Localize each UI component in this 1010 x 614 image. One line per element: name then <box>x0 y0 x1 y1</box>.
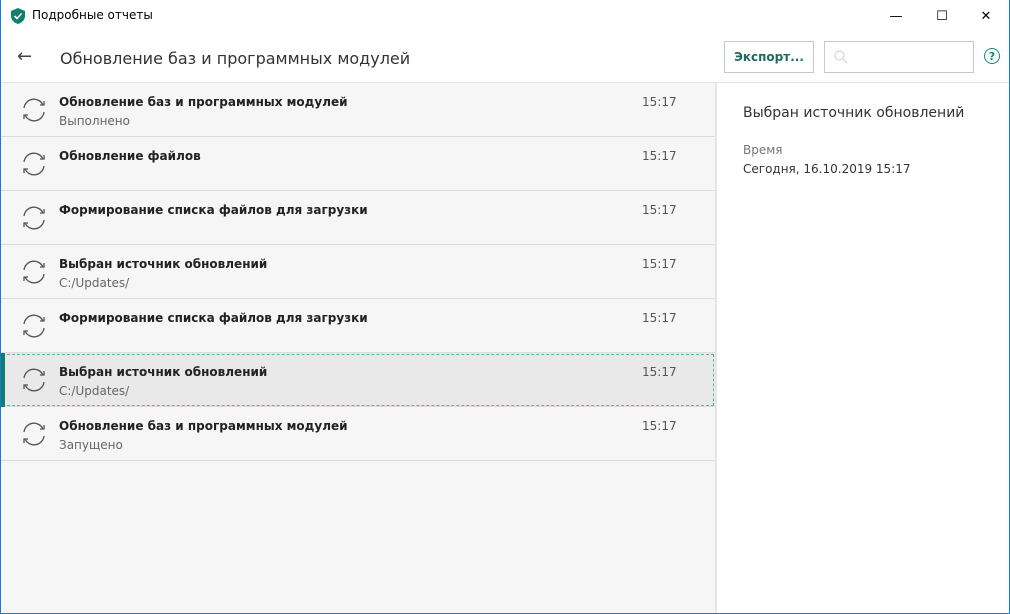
refresh-icon <box>23 206 45 230</box>
help-icon[interactable]: ? <box>984 48 1000 64</box>
event-row[interactable]: Формирование списка файлов для загрузки … <box>1 191 715 245</box>
event-row[interactable]: Выбран источник обновлений C:/Updates/ 1… <box>1 245 715 299</box>
event-row[interactable]: Выбран источник обновлений C:/Updates/ 1… <box>1 353 715 407</box>
event-subtitle: Выполнено <box>59 114 130 128</box>
event-title: Выбран источник обновлений <box>59 257 268 271</box>
export-button[interactable]: Экспорт... <box>724 41 814 73</box>
event-title: Выбран источник обновлений <box>59 365 268 379</box>
detail-time-value: Сегодня, 16.10.2019 15:17 <box>743 162 911 176</box>
refresh-icon <box>23 152 45 176</box>
event-title: Обновление баз и программных модулей <box>59 95 348 109</box>
detail-title: Выбран источник обновлений <box>743 105 965 121</box>
search-icon <box>834 50 848 64</box>
refresh-icon <box>23 98 45 122</box>
refresh-icon <box>23 368 45 392</box>
detail-panel: Выбран источник обновлений Время Сегодня… <box>743 105 964 176</box>
event-title: Формирование списка файлов для загрузки <box>59 203 368 217</box>
event-time: 15:17 <box>642 311 677 325</box>
refresh-icon <box>23 314 45 338</box>
event-row[interactable]: Обновление баз и программных модулей Вып… <box>1 83 715 137</box>
title-bar: Подробные отчеты — ☐ ✕ <box>1 0 1009 32</box>
page-title: Обновление баз и программных модулей <box>60 49 411 68</box>
event-row[interactable]: Формирование списка файлов для загрузки … <box>1 299 715 353</box>
maximize-button[interactable]: ☐ <box>919 0 965 32</box>
refresh-icon <box>23 260 45 284</box>
refresh-icon <box>23 422 45 446</box>
event-time: 15:17 <box>642 257 677 271</box>
event-time: 15:17 <box>642 149 677 163</box>
minimize-button[interactable]: — <box>873 0 919 32</box>
event-title: Обновление баз и программных модулей <box>59 419 348 433</box>
event-subtitle: C:/Updates/ <box>59 276 130 290</box>
shield-check-icon <box>11 8 25 24</box>
event-time: 15:17 <box>642 95 677 109</box>
event-title: Формирование списка файлов для загрузки <box>59 311 368 325</box>
detail-time-label: Время <box>743 143 783 157</box>
event-row[interactable]: Обновление файлов 15:17 <box>1 137 715 191</box>
header: ← Обновление баз и программных модулей Э… <box>1 32 1009 83</box>
event-subtitle: Запущено <box>59 438 123 452</box>
event-time: 15:17 <box>642 203 677 217</box>
event-title: Обновление файлов <box>59 149 201 163</box>
close-button[interactable]: ✕ <box>963 0 1009 32</box>
window-title: Подробные отчеты <box>32 8 153 22</box>
event-subtitle: C:/Updates/ <box>59 384 130 398</box>
event-list: Обновление баз и программных модулей Вып… <box>1 83 717 613</box>
window: Подробные отчеты — ☐ ✕ ← Обновление баз … <box>0 0 1010 614</box>
event-time: 15:17 <box>642 365 677 379</box>
event-time: 15:17 <box>642 419 677 433</box>
event-row[interactable]: Обновление баз и программных модулей Зап… <box>1 407 715 461</box>
search-input[interactable] <box>824 41 974 73</box>
back-arrow-icon[interactable]: ← <box>17 46 32 67</box>
